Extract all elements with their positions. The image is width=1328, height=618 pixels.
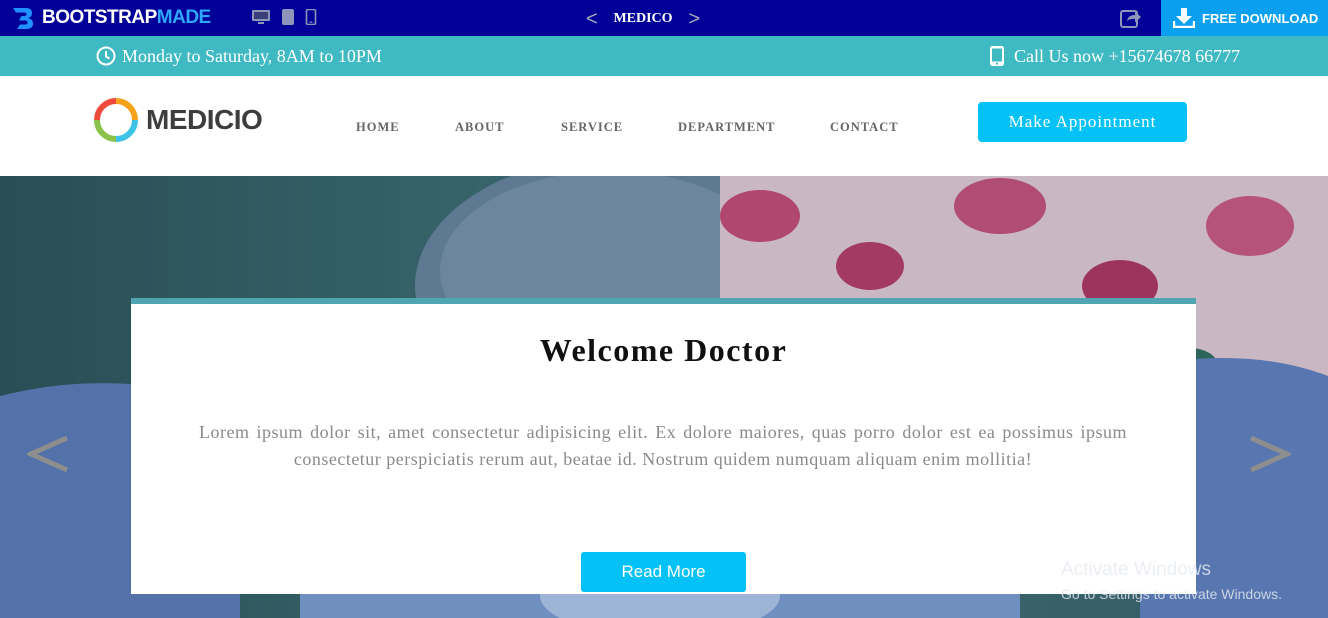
- opening-hours: Monday to Saturday, 8AM to 10PM: [96, 42, 382, 70]
- bootstrapmade-logo-icon: [13, 8, 33, 29]
- theme-name: MEDICO: [613, 11, 673, 26]
- watermark-subtitle: Go to Settings to activate Windows.: [1061, 586, 1282, 602]
- hero-slider: Welcome Doctor Lorem ipsum dolor sit, am…: [0, 176, 1328, 618]
- nav-item-department[interactable]: DEPARTMENT: [678, 120, 776, 135]
- carousel-prev-icon[interactable]: [27, 432, 69, 476]
- download-icon: [1173, 8, 1195, 28]
- nav-item-home[interactable]: HOME: [356, 120, 400, 135]
- carousel-next-icon[interactable]: [1249, 432, 1291, 476]
- nav-item-service[interactable]: SERVICE: [561, 120, 623, 135]
- brand-primary: BOOTSTRAP: [42, 7, 157, 28]
- desktop-icon[interactable]: [251, 9, 271, 25]
- activate-windows-watermark: Activate Windows Go to Settings to activ…: [1061, 559, 1282, 604]
- info-bar: Monday to Saturday, 8AM to 10PM Call Us …: [0, 36, 1328, 76]
- nav-item-about[interactable]: ABOUT: [455, 120, 504, 135]
- tablet-icon[interactable]: [281, 9, 295, 25]
- nav-item-contact[interactable]: CONTACT: [830, 120, 899, 135]
- share-icon[interactable]: [1120, 8, 1142, 28]
- next-theme-button[interactable]: >: [682, 6, 706, 32]
- phone-icon: [990, 46, 1004, 66]
- contact-phone: Call Us now +15674678 66777: [989, 42, 1240, 70]
- hero-text: Lorem ipsum dolor sit, amet consectetur …: [199, 422, 1127, 469]
- main-navbar: MEDICIO HOME ABOUT SERVICE DEPARTMENT CO…: [0, 76, 1328, 176]
- download-label: FREE DOWNLOAD: [1202, 10, 1319, 26]
- watermark-title: Activate Windows: [1061, 559, 1211, 580]
- hero-title: Welcome Doctor: [539, 332, 788, 368]
- hero-caption-card: Welcome Doctor Lorem ipsum dolor sit, am…: [131, 298, 1196, 594]
- preview-bar: BOOTSTRAP MADE < MEDICO > FREE DOWNLOAD: [0, 0, 1328, 36]
- logo-text: MEDICIO: [146, 104, 263, 135]
- mobile-icon[interactable]: [305, 9, 317, 25]
- medicio-logo-icon: [94, 98, 138, 142]
- free-download-button[interactable]: FREE DOWNLOAD: [1161, 0, 1328, 36]
- medicio-logo[interactable]: MEDICIO: [94, 98, 263, 142]
- brand-accent: MADE: [156, 7, 211, 28]
- device-switcher: [251, 9, 317, 25]
- prev-theme-button[interactable]: <: [580, 6, 604, 32]
- theme-switcher: < MEDICO >: [580, 6, 706, 32]
- phone-text: Call Us now +15674678 66777: [1014, 45, 1241, 66]
- make-appointment-button[interactable]: Make Appointment: [978, 102, 1187, 142]
- bootstrapmade-logo[interactable]: BOOTSTRAP MADE: [10, 6, 211, 30]
- read-more-button[interactable]: Read More: [581, 552, 746, 592]
- hours-text: Monday to Saturday, 8AM to 10PM: [122, 45, 382, 66]
- clock-icon: [96, 46, 116, 66]
